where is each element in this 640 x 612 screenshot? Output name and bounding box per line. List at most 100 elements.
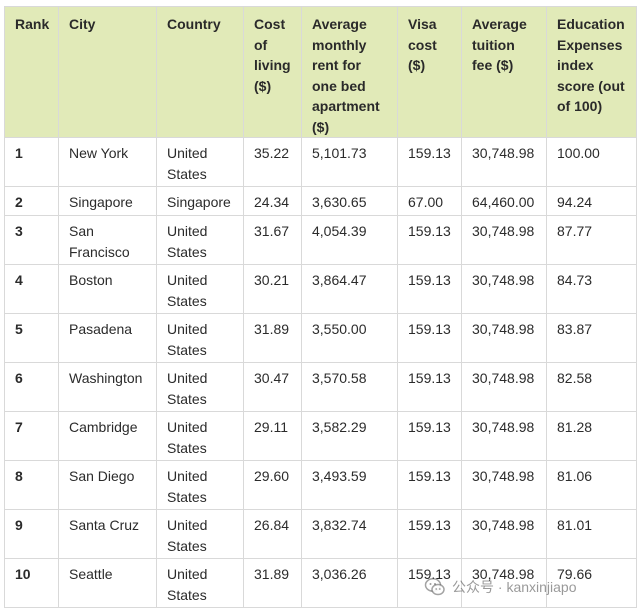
score-cell: 87.77 xyxy=(546,215,637,265)
visa-cell: 159.13 xyxy=(397,460,462,510)
table-row: 9 Santa Cruz United States 26.84 3,832.7… xyxy=(4,509,637,559)
cost-cell: 30.21 xyxy=(243,264,302,314)
header-cost-of-living: Cost of living ($) xyxy=(243,6,302,138)
tuition-cell: 30,748.98 xyxy=(461,137,547,187)
table-row: 3 San Francisco United States 31.67 4,05… xyxy=(4,215,637,265)
score-cell: 81.06 xyxy=(546,460,637,510)
city-cell: Santa Cruz xyxy=(58,509,157,559)
tuition-cell: 30,748.98 xyxy=(461,411,547,461)
tuition-cell: 30,748.98 xyxy=(461,558,547,608)
cost-cell: 26.84 xyxy=(243,509,302,559)
country-cell: United States xyxy=(156,137,244,187)
header-rent: Average monthly rent for one bed apartme… xyxy=(301,6,398,138)
country-cell: United States xyxy=(156,362,244,412)
table-row: 6 Washington United States 30.47 3,570.5… xyxy=(4,362,637,412)
rent-cell: 5,101.73 xyxy=(301,137,398,187)
country-cell: United States xyxy=(156,411,244,461)
tuition-cell: 30,748.98 xyxy=(461,460,547,510)
header-tuition-fee: Average tuition fee ($) xyxy=(461,6,547,138)
rank-cell: 4 xyxy=(4,264,59,314)
table-row: 7 Cambridge United States 29.11 3,582.29… xyxy=(4,411,637,461)
rank-cell: 3 xyxy=(4,215,59,265)
score-cell: 81.01 xyxy=(546,509,637,559)
score-cell: 81.28 xyxy=(546,411,637,461)
visa-cell: 159.13 xyxy=(397,362,462,412)
table-row: 1 New York United States 35.22 5,101.73 … xyxy=(4,137,637,187)
country-cell: United States xyxy=(156,264,244,314)
visa-cell: 159.13 xyxy=(397,215,462,265)
cost-cell: 35.22 xyxy=(243,137,302,187)
tuition-cell: 30,748.98 xyxy=(461,215,547,265)
rent-cell: 3,832.74 xyxy=(301,509,398,559)
tuition-cell: 64,460.00 xyxy=(461,186,547,216)
rank-cell: 6 xyxy=(4,362,59,412)
table-row: 8 San Diego United States 29.60 3,493.59… xyxy=(4,460,637,510)
tuition-cell: 30,748.98 xyxy=(461,362,547,412)
visa-cell: 159.13 xyxy=(397,264,462,314)
rent-cell: 3,493.59 xyxy=(301,460,398,510)
city-cell: Pasadena xyxy=(58,313,157,363)
cost-cell: 31.67 xyxy=(243,215,302,265)
rent-cell: 3,550.00 xyxy=(301,313,398,363)
table-row: 2 Singapore Singapore 24.34 3,630.65 67.… xyxy=(4,186,637,216)
visa-cell: 159.13 xyxy=(397,313,462,363)
rank-cell: 7 xyxy=(4,411,59,461)
rank-cell: 10 xyxy=(4,558,59,608)
rent-cell: 3,570.58 xyxy=(301,362,398,412)
rent-cell: 4,054.39 xyxy=(301,215,398,265)
header-city: City xyxy=(58,6,157,138)
country-cell: United States xyxy=(156,558,244,608)
table-body: 1 New York United States 35.22 5,101.73 … xyxy=(4,137,637,608)
cost-cell: 30.47 xyxy=(243,362,302,412)
header-education-index: Education Expenses index score (out of 1… xyxy=(546,6,637,138)
rank-cell: 9 xyxy=(4,509,59,559)
rank-cell: 2 xyxy=(4,186,59,216)
tuition-cell: 30,748.98 xyxy=(461,509,547,559)
header-row: Rank City Country Cost of living ($) Ave… xyxy=(4,6,637,138)
country-cell: United States xyxy=(156,509,244,559)
rent-cell: 3,036.26 xyxy=(301,558,398,608)
score-cell: 94.24 xyxy=(546,186,637,216)
country-cell: United States xyxy=(156,460,244,510)
rank-cell: 5 xyxy=(4,313,59,363)
tuition-cell: 30,748.98 xyxy=(461,264,547,314)
city-cell: San Diego xyxy=(58,460,157,510)
score-cell: 82.58 xyxy=(546,362,637,412)
city-cell: Boston xyxy=(58,264,157,314)
visa-cell: 159.13 xyxy=(397,509,462,559)
table-row: 5 Pasadena United States 31.89 3,550.00 … xyxy=(4,313,637,363)
rent-cell: 3,630.65 xyxy=(301,186,398,216)
visa-cell: 159.13 xyxy=(397,411,462,461)
cost-cell: 31.89 xyxy=(243,558,302,608)
education-expenses-table: Rank City Country Cost of living ($) Ave… xyxy=(4,6,637,608)
header-rank: Rank xyxy=(4,6,59,138)
country-cell: United States xyxy=(156,215,244,265)
cost-cell: 31.89 xyxy=(243,313,302,363)
visa-cell: 159.13 xyxy=(397,558,462,608)
table-row: 4 Boston United States 30.21 3,864.47 15… xyxy=(4,264,637,314)
rank-cell: 8 xyxy=(4,460,59,510)
rent-cell: 3,582.29 xyxy=(301,411,398,461)
city-cell: Seattle xyxy=(58,558,157,608)
header-visa-cost: Visa cost ($) xyxy=(397,6,462,138)
city-cell: Cambridge xyxy=(58,411,157,461)
visa-cell: 67.00 xyxy=(397,186,462,216)
score-cell: 83.87 xyxy=(546,313,637,363)
city-cell: Washington xyxy=(58,362,157,412)
score-cell: 84.73 xyxy=(546,264,637,314)
city-cell: Singapore xyxy=(58,186,157,216)
rent-cell: 3,864.47 xyxy=(301,264,398,314)
rank-cell: 1 xyxy=(4,137,59,187)
city-cell: San Francisco xyxy=(58,215,157,265)
header-country: Country xyxy=(156,6,244,138)
country-cell: Singapore xyxy=(156,186,244,216)
cost-cell: 24.34 xyxy=(243,186,302,216)
score-cell: 79.66 xyxy=(546,558,637,608)
table-header: Rank City Country Cost of living ($) Ave… xyxy=(4,6,637,138)
city-cell: New York xyxy=(58,137,157,187)
visa-cell: 159.13 xyxy=(397,137,462,187)
cost-cell: 29.60 xyxy=(243,460,302,510)
ranking-table-container: Rank City Country Cost of living ($) Ave… xyxy=(4,6,637,608)
table-row: 10 Seattle United States 31.89 3,036.26 … xyxy=(4,558,637,608)
country-cell: United States xyxy=(156,313,244,363)
